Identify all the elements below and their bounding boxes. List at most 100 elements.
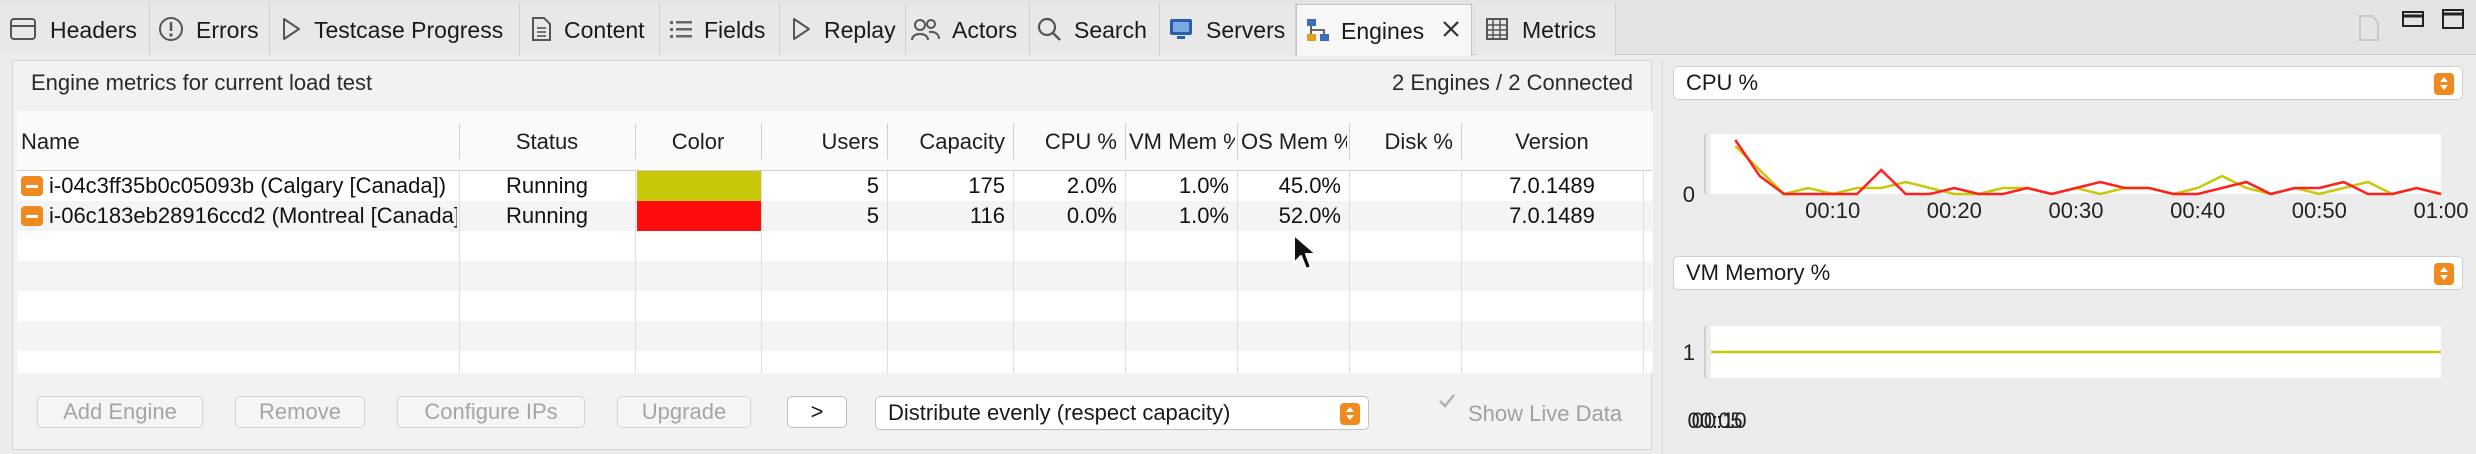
distribution-select[interactable]: Distribute evenly (respect capacity) <box>875 396 1369 430</box>
engine-color-swatch[interactable] <box>637 171 761 201</box>
empty-row <box>17 261 1653 291</box>
x-tick-label: 00:30 <box>2048 198 2103 223</box>
column-header-capacity[interactable]: Capacity <box>887 111 1005 171</box>
column-header-users[interactable]: Users <box>761 111 879 171</box>
engine-disk <box>1349 171 1453 201</box>
connection-status: 2 Engines / 2 Connected <box>1392 70 1633 95</box>
column-header-cpu[interactable]: CPU % <box>1013 111 1117 171</box>
tab-errors[interactable]: Errors <box>150 4 270 55</box>
tab-label: Fields <box>704 17 766 43</box>
tab-bar: Headers Errors Testcase Progress Content… <box>0 0 2476 56</box>
column-header-os-mem[interactable]: OS Mem % <box>1241 111 1347 171</box>
distribution-select-value: Distribute evenly (respect capacity) <box>888 400 1231 425</box>
engine-row[interactable]: i-04c3ff35b0c05093b (Calgary [Canada]) R… <box>17 171 1653 201</box>
tab-content[interactable]: Content <box>520 4 660 55</box>
tab-label: Search <box>1074 17 1147 43</box>
grid-icon <box>1482 14 1512 44</box>
play-outline-icon <box>786 14 816 44</box>
show-live-data-label: Show Live Data <box>1468 401 1623 426</box>
engine-users: 5 <box>866 203 879 228</box>
column-header-status[interactable]: Status <box>459 111 635 171</box>
panel-title: Engine metrics for current load test <box>31 70 373 95</box>
engines-window: Headers Errors Testcase Progress Content… <box>0 0 2476 454</box>
tab-label: Actors <box>952 17 1018 43</box>
engine-status: Running <box>506 173 588 198</box>
tab-metrics[interactable]: Metrics <box>1476 4 1616 55</box>
configure-ips-button[interactable]: Configure IPs <box>397 396 585 428</box>
search-icon <box>1034 14 1064 44</box>
x-tick-label: 00:10 <box>1805 198 1860 223</box>
tab-label: Engines <box>1341 18 1425 44</box>
engine-cpu: 0.0% <box>1066 203 1117 228</box>
engine-status: Running <box>506 203 588 228</box>
close-tab-icon[interactable] <box>1437 15 1467 45</box>
engine-cpu: 2.0% <box>1066 173 1117 198</box>
upgrade-button[interactable]: Upgrade <box>617 396 751 428</box>
engine-color-swatch[interactable] <box>637 201 761 231</box>
network-icon <box>1303 15 1333 45</box>
tab-label: Content <box>564 17 645 43</box>
column-header-color[interactable]: Color <box>635 111 761 171</box>
tab-label: Testcase Progress <box>314 17 504 43</box>
engine-version: 7.0.1489 <box>1509 203 1595 228</box>
column-header-disk[interactable]: Disk % <box>1349 111 1453 171</box>
mouse-cursor-icon <box>1292 233 1318 278</box>
list-icon <box>666 14 696 44</box>
tab-label: Servers <box>1206 17 1286 43</box>
tab-replay[interactable]: Replay <box>780 4 906 55</box>
x-tick-label: 00:40 <box>2170 198 2225 223</box>
vm-memory-metric-select-value: VM Memory % <box>1686 260 1831 285</box>
engine-capacity: 175 <box>968 173 1005 198</box>
document-icon[interactable] <box>2356 14 2382 47</box>
chevron-updown-icon <box>2434 263 2454 285</box>
column-header-version[interactable]: Version <box>1461 111 1643 171</box>
engine-disk <box>1349 201 1453 231</box>
vm-memory-chart: 100:0500:10 <box>1683 326 2441 433</box>
empty-row <box>17 351 1653 381</box>
play-outline-icon <box>276 14 306 44</box>
more-button[interactable]: > <box>787 396 847 428</box>
remove-engine-icon[interactable] <box>21 176 43 196</box>
empty-row <box>17 231 1653 261</box>
engine-users: 5 <box>866 173 879 198</box>
y-tick-label: 1 <box>1683 340 1695 365</box>
tab-fields[interactable]: Fields <box>660 4 780 55</box>
tab-search[interactable]: Search <box>1030 4 1160 55</box>
tab-testcase-progress[interactable]: Testcase Progress <box>270 4 520 55</box>
charts-panel: CPU % 0 00:10 00:20 00:30 00:40 00:50 01:00 VM… <box>1662 60 2476 454</box>
engine-metrics-panel: Engine metrics for current load test 2 E… <box>12 60 1653 450</box>
tab-label: Headers <box>50 17 137 43</box>
engines-table: Name Status Color Users Capacity CPU % V… <box>17 111 1653 373</box>
show-live-data-checkbox[interactable] <box>1437 391 1457 411</box>
engine-name: i-04c3ff35b0c05093b (Calgary [Canada]) <box>49 173 447 198</box>
users-icon <box>910 14 940 44</box>
engine-os-mem: 52.0% <box>1278 203 1341 228</box>
tab-servers[interactable]: Servers <box>1160 4 1296 55</box>
tab-engines[interactable]: Engines <box>1296 4 1472 56</box>
engine-row[interactable]: i-06c183eb28916ccd2 (Montreal [Canada]) … <box>17 201 1653 231</box>
document-icon <box>526 14 556 44</box>
add-engine-button[interactable]: Add Engine <box>37 396 203 428</box>
cpu-metric-select[interactable]: CPU % <box>1673 66 2463 100</box>
remove-engine-icon[interactable] <box>21 206 43 226</box>
x-tick-label: 01:00 <box>2413 198 2468 223</box>
column-header-vm-mem[interactable]: VM Mem % <box>1129 111 1235 171</box>
engine-os-mem: 45.0% <box>1278 173 1341 198</box>
minimize-icon[interactable] <box>2400 8 2426 37</box>
engine-vm-mem: 1.0% <box>1178 173 1229 198</box>
column-header-name[interactable]: Name <box>21 111 451 171</box>
chevron-updown-icon <box>1340 403 1360 425</box>
monitor-icon <box>1166 14 1196 44</box>
x-tick-label: 00:50 <box>2292 198 2347 223</box>
cpu-chart: 0 00:10 00:20 00:30 00:40 00:50 01:00 <box>1683 134 2469 223</box>
tab-actors[interactable]: Actors <box>906 4 1030 55</box>
tab-headers[interactable]: Headers <box>0 4 150 55</box>
exclamation-circle-icon <box>156 14 186 44</box>
maximize-icon[interactable] <box>2440 8 2466 37</box>
remove-button[interactable]: Remove <box>235 396 365 428</box>
window-icon <box>8 14 38 44</box>
tab-label: Errors <box>196 17 259 43</box>
tab-label: Replay <box>824 17 896 43</box>
vm-memory-metric-select[interactable]: VM Memory % <box>1673 256 2463 290</box>
engine-name: i-06c183eb28916ccd2 (Montreal [Canada]) <box>49 203 457 228</box>
